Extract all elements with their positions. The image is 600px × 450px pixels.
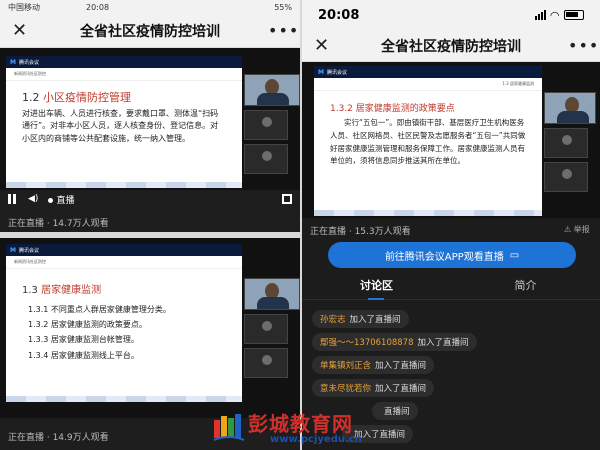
more-icon[interactable]: ••• [268, 21, 298, 40]
live-video-player[interactable]: M 腾讯会议 1.3 居家健康监测 1.3.2 居家健康监测的政策要点 实行“五包… [302, 62, 600, 218]
slide-list-item: 1.3.3 居家健康监测台帐管理。 [28, 335, 139, 345]
clock: 20:08 [318, 7, 360, 23]
tab-bar: 讨论区 简介 [302, 274, 600, 300]
volume-icon[interactable]: ◀) [28, 194, 38, 204]
tab-intro[interactable]: 简介 [451, 274, 600, 299]
pause-icon[interactable] [8, 194, 18, 204]
live-indicator: 直播 [48, 193, 74, 206]
participant-cams [244, 74, 300, 174]
player-controls: ◀) 直播 [0, 186, 300, 212]
speaker-video [244, 278, 300, 310]
page-title: 全省社区疫情防控培训 [80, 23, 220, 40]
speaker-video [244, 74, 300, 106]
participant-video [244, 314, 288, 344]
chat-message: 意未尽犹若你 加入了直播间 [312, 379, 435, 397]
live-video-player-2[interactable]: M 腾讯会议 新闻资讯社区防控 1.3 居家健康监测 1.3.1 不同重点人群居家… [0, 238, 300, 418]
participant-video [544, 162, 588, 192]
slide-section-label: 1.3 居家健康监测 [502, 81, 534, 86]
watermark: 彭城教育网 www.pcjyedu.cn [212, 408, 392, 448]
participant-video [544, 128, 588, 158]
participant-video [244, 348, 288, 378]
slide-title: 1.2 小区疫情防控管理 [22, 91, 131, 104]
slide-list-item: 1.3.4 居家健康监测线上平台。 [28, 350, 139, 360]
clock: 20:08 [86, 2, 110, 12]
page-title: 全省社区疫情防控培训 [381, 38, 521, 55]
status-bar: 20:08 ◠ [302, 0, 600, 30]
nav-bar: ✕ 全省社区疫情防控培训 ••• [302, 30, 600, 62]
warning-icon: ⚠ [564, 225, 572, 234]
participant-video [244, 110, 288, 140]
battery-percent: 55% [274, 2, 292, 12]
slide-body: 实行“五包一”。即由镇街干部、基层医疗卫生机构医务人员、社区网格员、社区民警及志… [330, 118, 526, 166]
participant-cams [244, 278, 300, 378]
presentation-slide: M 腾讯会议 1.3 居家健康监测 1.3.2 居家健康监测的政策要点 实行“五包… [314, 66, 542, 216]
tencent-meeting-logo: M [10, 58, 16, 66]
slide-list-item: 1.3.1 不同重点人群居家健康管理分类。 [28, 305, 171, 314]
slide-body: 对进出车辆、人员进行核查，要求戴口罩、测体温“扫码通行”。对非本小区人员，逐人核… [22, 109, 219, 143]
participant-video [244, 144, 288, 174]
status-bar: 中国移动 20:08 55% [0, 0, 300, 14]
chat-message: 单集镇刘正含 加入了直播间 [312, 356, 435, 374]
slide-list-item: 1.3.2 居家健康监测的政策要点。 [28, 320, 147, 330]
viewer-status: 正在直播 · 14.9万人观看 [8, 433, 109, 443]
left-phone-screen: 中国移动 20:08 55% ✕ 全省社区疫情防控培训 ••• M 腾讯会议 新闻… [0, 0, 300, 450]
tencent-meeting-logo: M [10, 246, 16, 254]
presentation-slide: M 腾讯会议 新闻资讯社区防控 1.2 小区疫情防控管理 对进出车辆、人员进行核查… [6, 56, 242, 188]
slide-title: 1.3 居家健康监测 [22, 285, 102, 296]
chat-message: 鄢强～～13706108878 加入了直播间 [312, 333, 477, 351]
wifi-icon: ◠ [550, 8, 559, 22]
tab-discussion[interactable]: 讨论区 [302, 274, 451, 300]
watermark-text: 彭城教育网 [248, 412, 353, 436]
speaker-video [544, 92, 596, 124]
participant-cams [544, 92, 596, 192]
viewer-status: 正在直播 · 15.3万人观看 [310, 227, 411, 237]
live-video-player[interactable]: M 腾讯会议 新闻资讯社区防控 1.2 小区疫情防控管理 对进出车辆、人员进行核查… [0, 48, 300, 190]
more-icon[interactable]: ••• [568, 36, 598, 55]
open-app-button[interactable]: 前往腾讯会议APP观看直播 ▭ [328, 242, 576, 268]
right-phone-screen: 20:08 ◠ ✕ 全省社区疫情防控培训 ••• M 腾讯会议 1.3 居家健康监… [302, 0, 600, 450]
video-camera-icon: ▭ [509, 249, 520, 261]
signal-icon [534, 10, 546, 20]
report-link[interactable]: ⚠ 举报 [564, 224, 590, 235]
presentation-slide-2: M 腾讯会议 新闻资讯社区防控 1.3 居家健康监测 1.3.1 不同重点人群居家… [6, 244, 242, 402]
nav-bar: ✕ 全省社区疫情防控培训 ••• [0, 14, 300, 48]
battery-icon [564, 10, 584, 20]
slide-header-text: 新闻资讯社区防控 [14, 71, 46, 76]
slide-title: 1.3.2 居家健康监测的政策要点 [330, 104, 455, 114]
close-icon[interactable]: ✕ [314, 35, 334, 56]
app-name: 腾讯会议 [18, 59, 39, 66]
watermark-books-logo [213, 414, 245, 441]
fullscreen-icon[interactable] [282, 194, 292, 204]
watermark-url: www.pcjyedu.cn [270, 434, 362, 445]
close-icon[interactable]: ✕ [12, 20, 32, 41]
tencent-meeting-logo: M [318, 68, 324, 76]
chat-message: 孙宏志 加入了直播间 [312, 310, 409, 328]
viewer-status: 正在直播 · 14.7万人观看 [8, 219, 109, 229]
carrier-label: 中国移动 [8, 2, 40, 12]
